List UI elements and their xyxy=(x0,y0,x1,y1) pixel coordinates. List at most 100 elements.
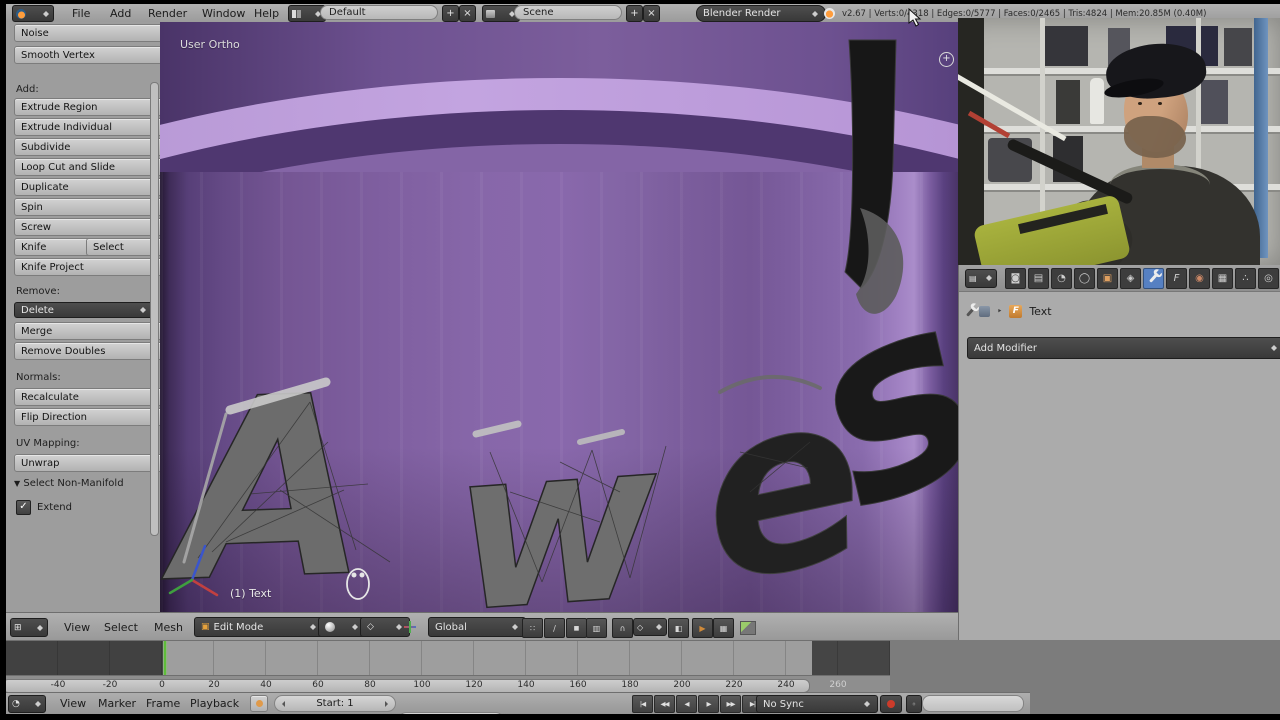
properties-region-expand-button[interactable]: + xyxy=(939,52,954,67)
properties-panel: ▤ ◙ ▤ ◔ ◯ ▣ ◈ F ◉ ▦ ∴ ◎ ‣ F Text Add Mod… xyxy=(958,265,1280,640)
pivot-point-dropdown[interactable]: ◇ xyxy=(360,617,410,637)
breadcrumb-object-name[interactable]: Text xyxy=(1029,305,1051,318)
tool-duplicate-button[interactable]: Duplicate xyxy=(14,178,168,196)
tab-physics[interactable]: ◎ xyxy=(1258,267,1279,289)
timeline-menu-frame[interactable]: Frame xyxy=(146,697,180,710)
snap-magnet-toggle[interactable]: ∩ xyxy=(612,618,633,638)
auto-keyframe-record-button[interactable] xyxy=(880,695,902,713)
tool-delete-menu[interactable]: Delete xyxy=(14,302,154,318)
face-select-mode-button[interactable]: ■ xyxy=(566,618,587,638)
timeline-track-area[interactable]: -40 -20 0 20 40 60 80 100 120 140 160 18… xyxy=(0,640,890,693)
extend-checkbox-row[interactable]: ✓ Extend xyxy=(16,500,72,515)
properties-breadcrumb: ‣ F Text xyxy=(966,305,1052,318)
tab-render[interactable]: ◙ xyxy=(1005,267,1026,289)
scene-add-button[interactable]: + xyxy=(626,5,643,22)
tool-recalculate-button[interactable]: Recalculate xyxy=(14,388,168,406)
menu-render[interactable]: Render xyxy=(148,7,187,20)
play-reverse-button[interactable]: ◀ xyxy=(676,695,697,713)
frame-start-field[interactable]: Start: 1 xyxy=(274,695,396,712)
tool-knife-button[interactable]: Knife xyxy=(14,238,96,256)
vertex-select-mode-button[interactable]: ∷ xyxy=(522,618,543,638)
viewport-editor-type-button[interactable]: ⊞ xyxy=(10,618,48,637)
next-keyframe-button[interactable]: ▶▶ xyxy=(720,695,741,713)
tool-remove-doubles-button[interactable]: Remove Doubles xyxy=(14,342,168,360)
tab-material[interactable]: ◉ xyxy=(1189,267,1210,289)
figurine xyxy=(1090,78,1104,124)
tab-world[interactable]: ◯ xyxy=(1074,267,1095,289)
tool-subdivide-button[interactable]: Subdivide xyxy=(14,138,168,156)
timeline-editor-type-button[interactable]: ◔ xyxy=(8,695,46,713)
tab-scene[interactable]: ◔ xyxy=(1051,267,1072,289)
render-opengl-image-button[interactable]: ▶ xyxy=(692,618,713,638)
viewport-shading-dropdown[interactable] xyxy=(318,617,366,637)
render-opengl-anim-button[interactable]: ▦ xyxy=(713,618,734,638)
tool-noise-button[interactable]: Noise xyxy=(14,24,168,42)
keying-set-browse-button[interactable]: ◦ xyxy=(906,695,922,713)
tool-smooth-vertex-button[interactable]: Smooth Vertex xyxy=(14,46,168,64)
timeline-menu-marker[interactable]: Marker xyxy=(98,697,136,710)
menu-help[interactable]: Help xyxy=(254,7,279,20)
occlude-geometry-toggle[interactable]: ▥ xyxy=(586,618,607,638)
tab-object[interactable]: ▣ xyxy=(1097,267,1118,289)
tool-knife-project-button[interactable]: Knife Project xyxy=(14,258,168,276)
tab-constraints[interactable]: ◈ xyxy=(1120,267,1141,289)
viewport-view-label: User Ortho xyxy=(180,38,240,51)
layers-widget-icon[interactable] xyxy=(740,621,756,635)
transform-orientation-dropdown[interactable]: Global xyxy=(428,617,526,637)
section-label-remove: Remove: xyxy=(16,286,60,297)
properties-editor-type-button[interactable]: ▤ xyxy=(965,268,997,288)
scene-delete-button[interactable]: × xyxy=(643,5,660,22)
viewport-menu-view[interactable]: View xyxy=(64,621,90,634)
snap-element-dropdown[interactable]: ◇ xyxy=(633,618,667,636)
layout-icon xyxy=(292,9,301,18)
viewport-menu-mesh[interactable]: Mesh xyxy=(154,621,183,634)
menu-file[interactable]: File xyxy=(72,7,90,20)
person-eye xyxy=(1158,102,1162,105)
tab-modifiers[interactable] xyxy=(1143,267,1164,289)
shelf-item xyxy=(1056,80,1080,124)
tool-extrude-region-button[interactable]: Extrude Region xyxy=(14,98,168,116)
timeline-menu-view[interactable]: View xyxy=(60,697,86,710)
checkbox-checked-icon[interactable]: ✓ xyxy=(16,500,31,515)
jump-to-start-button[interactable]: |◀ xyxy=(632,695,653,713)
tool-spin-button[interactable]: Spin xyxy=(14,198,168,216)
tool-screw-button[interactable]: Screw xyxy=(14,218,168,236)
viewport-3d[interactable]: A w e s User Ortho (1) Text + xyxy=(160,22,958,612)
mouse-cursor xyxy=(908,8,922,27)
layout-add-button[interactable]: + xyxy=(442,5,459,22)
menu-add[interactable]: Add xyxy=(110,7,131,20)
prev-keyframe-button[interactable]: ◀◀ xyxy=(654,695,675,713)
panel-select-non-manifold[interactable]: ▼ Select Non-Manifold xyxy=(14,478,124,489)
record-dot-icon xyxy=(887,700,895,708)
menu-window[interactable]: Window xyxy=(202,7,245,20)
tab-object-data[interactable]: F xyxy=(1166,267,1187,289)
play-button[interactable]: ▶ xyxy=(698,695,719,713)
tab-render-layers[interactable]: ▤ xyxy=(1028,267,1049,289)
tool-shelf-scrollbar[interactable] xyxy=(150,82,159,536)
tool-merge-button[interactable]: Merge xyxy=(14,322,168,340)
add-modifier-dropdown[interactable]: Add Modifier xyxy=(967,337,1280,359)
cursor-tool-button[interactable] xyxy=(250,695,268,712)
layout-delete-button[interactable]: × xyxy=(459,5,476,22)
screen-layout-field[interactable]: Default xyxy=(320,5,438,20)
tool-extrude-individual-button[interactable]: Extrude Individual xyxy=(14,118,168,136)
timeline-menu-playback[interactable]: Playback xyxy=(190,697,239,710)
sync-mode-dropdown[interactable]: No Sync xyxy=(756,695,878,713)
tool-flip-direction-button[interactable]: Flip Direction xyxy=(14,408,168,426)
mode-dropdown[interactable]: ▣ Edit Mode xyxy=(194,617,324,637)
viewport-menu-select[interactable]: Select xyxy=(104,621,138,634)
scene-field[interactable]: Scene xyxy=(514,5,622,20)
tab-particles[interactable]: ∴ xyxy=(1235,267,1256,289)
tool-unwrap-button[interactable]: Unwrap xyxy=(14,454,168,472)
timeline-header: ◔ View Marker Frame Playback Start: 1 En… xyxy=(0,692,1030,720)
keying-set-field[interactable] xyxy=(922,695,1024,712)
tab-texture[interactable]: ▦ xyxy=(1212,267,1233,289)
mesh-text-awesome[interactable]: A w e s xyxy=(160,22,958,612)
render-engine-dropdown[interactable]: Blender Render xyxy=(696,5,826,22)
proportional-edit-button[interactable]: ◧ xyxy=(668,618,689,638)
frame-tick: 240 xyxy=(777,680,795,690)
tool-loop-cut-button[interactable]: Loop Cut and Slide xyxy=(14,158,168,176)
timeline-playhead[interactable] xyxy=(164,641,166,675)
edge-select-mode-button[interactable]: ∕ xyxy=(544,618,565,638)
editor-type-button[interactable] xyxy=(12,5,54,22)
